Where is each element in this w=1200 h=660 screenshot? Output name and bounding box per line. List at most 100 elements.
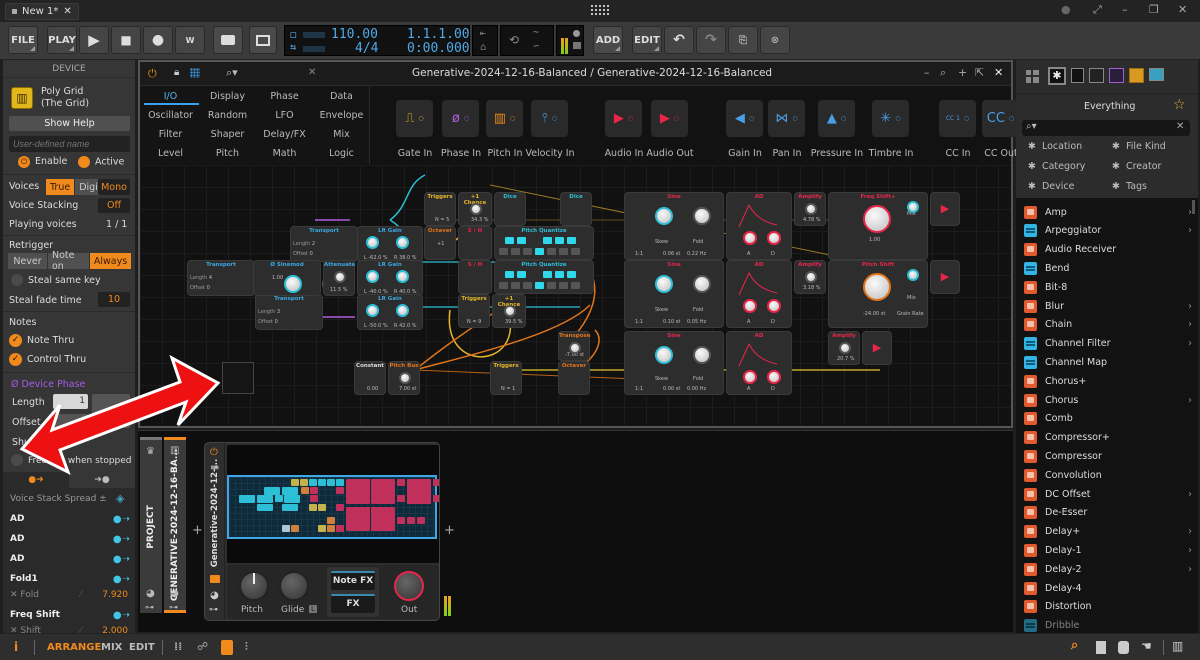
- attack-knob[interactable]: [743, 370, 757, 384]
- scale-key[interactable]: [535, 282, 544, 289]
- patch-canvas[interactable]: Transport Length 2 Offset 0 Transport Length…: [140, 165, 1011, 426]
- category-tab-i-o[interactable]: I/O: [142, 91, 199, 102]
- category-tab-data[interactable]: Data: [313, 91, 370, 102]
- clip-launcher-button[interactable]: [213, 26, 243, 54]
- fold-knob[interactable]: [693, 275, 711, 293]
- node-fold[interactable]: Fold: [693, 239, 703, 245]
- category-tab-math[interactable]: Math: [256, 148, 313, 159]
- voice-stacking-value[interactable]: Off: [98, 198, 130, 213]
- node-value[interactable]: 11.5 %: [330, 287, 347, 293]
- retrigger-note-on-option[interactable]: Note on: [48, 250, 90, 272]
- scale-key-active[interactable]: [505, 237, 514, 244]
- modulation-target-row[interactable]: ✕ Fold ⁄ 7.920: [10, 590, 132, 600]
- time-signature[interactable]: 4/4: [355, 41, 378, 56]
- node-value[interactable]: 0.00: [367, 386, 378, 392]
- fold-knob[interactable]: [693, 207, 711, 225]
- device-panel-toggle-icon[interactable]: [221, 640, 233, 655]
- play-button[interactable]: ▶: [79, 26, 109, 54]
- scale-key[interactable]: [523, 282, 532, 289]
- node-value[interactable]: 34.3 %: [471, 217, 488, 223]
- module-node-ad2[interactable]: AD A D: [726, 260, 792, 328]
- category-tab-oscillator[interactable]: Oscillator: [142, 110, 199, 121]
- filter-location[interactable]: ✱ Location: [1028, 141, 1082, 152]
- modulator-row[interactable]: AD ●➝: [10, 514, 132, 525]
- node-ratio[interactable]: 1:1: [635, 386, 643, 392]
- modulator-row[interactable]: AD ●➝: [10, 534, 132, 545]
- offset-input[interactable]: [53, 414, 88, 429]
- amount-knob[interactable]: [470, 203, 482, 215]
- modulator-source-icon[interactable]: ●➝: [113, 514, 130, 525]
- node-value[interactable]: 1.00: [272, 275, 283, 281]
- chevron-right-icon[interactable]: ›: [1188, 301, 1192, 312]
- scale-key[interactable]: [523, 248, 532, 255]
- node-length[interactable]: Length 3: [258, 309, 280, 315]
- glide-legato-badge[interactable]: L: [309, 605, 317, 613]
- node-d[interactable]: D: [771, 251, 775, 257]
- gain-right-knob[interactable]: [396, 236, 409, 249]
- category-tab-phase[interactable]: Phase: [256, 91, 313, 102]
- amount-knob[interactable]: [504, 305, 516, 317]
- module-node-dice2[interactable]: Dice: [560, 192, 592, 226]
- module-node-triggers2[interactable]: Triggers N = 9: [458, 294, 490, 328]
- copy-button[interactable]: ⎘: [728, 26, 758, 54]
- module-gain-in[interactable]: ◀ ○: [726, 100, 763, 137]
- browser-item[interactable]: Chorus+: [1024, 372, 1192, 390]
- position-beats[interactable]: 1.1.1.00: [407, 27, 470, 42]
- scale-key-active[interactable]: [505, 271, 514, 278]
- node-hz[interactable]: 0.05 Hz: [687, 319, 706, 325]
- scale-key-active[interactable]: [555, 271, 564, 278]
- modulation-icon[interactable]: ☍: [197, 640, 208, 653]
- category-tab-pitch[interactable]: Pitch: [199, 148, 256, 159]
- module-node-ad3[interactable]: AD A D: [726, 331, 792, 395]
- scale-key-active[interactable]: [517, 271, 526, 278]
- module-node-lrgain1[interactable]: LR Gain L -62.0 % R 38.0 %: [357, 226, 423, 262]
- amount-knob[interactable]: [334, 271, 346, 283]
- modulator-source-icon[interactable]: ●➝: [113, 610, 130, 621]
- power-icon[interactable]: ⏻: [210, 447, 218, 458]
- modulator-row[interactable]: AD ●➝: [10, 554, 132, 565]
- decay-knob[interactable]: [767, 231, 781, 245]
- module-node-freqshift[interactable]: Freq Shift+ 1.00 Mix: [828, 192, 928, 260]
- power-icon[interactable]: ⏻: [148, 67, 157, 81]
- file-menu-button[interactable]: FILE: [8, 26, 38, 54]
- arrange-tab[interactable]: ARRANGE: [47, 642, 101, 653]
- chevron-right-icon[interactable]: ›: [1188, 338, 1192, 349]
- node-fold[interactable]: Fold: [693, 307, 703, 313]
- category-tab-display[interactable]: Display: [199, 91, 256, 102]
- filter-tags[interactable]: ✱ Tags: [1112, 181, 1147, 192]
- module-node-sine2[interactable]: Sine Skew Fold 1:1 0.10 st 0.05 Hz: [624, 260, 724, 328]
- track-tab[interactable]: ▥ GENERATIVE-2024-12-16-BA... ◕ ⊶: [164, 437, 186, 613]
- node-skew[interactable]: Skew: [655, 307, 668, 313]
- favorite-star-icon[interactable]: ☆: [1173, 97, 1186, 113]
- browser-item[interactable]: Delay-4: [1024, 579, 1192, 597]
- filter-category[interactable]: ✱ Category: [1028, 161, 1085, 172]
- browser-item[interactable]: Compressor+: [1024, 429, 1192, 447]
- node-offset[interactable]: Offset 0: [190, 285, 210, 291]
- node-length[interactable]: Length 4: [190, 275, 212, 281]
- module-node-triggers1[interactable]: Triggers N = 5: [424, 192, 456, 226]
- node-value[interactable]: +1: [437, 241, 444, 247]
- browser-search-input[interactable]: ⌕▾ ✕: [1022, 120, 1190, 136]
- browser-item[interactable]: Convolution: [1024, 466, 1192, 484]
- browser-item[interactable]: Compressor: [1024, 447, 1192, 465]
- node-r[interactable]: R 42.0 %: [394, 323, 417, 329]
- note-thru-checkbox[interactable]: ✓ Note Thru: [9, 334, 74, 347]
- window-icon[interactable]: [210, 575, 220, 583]
- module-node-lrgain2[interactable]: LR Gain L -40.0 % R 40.0 %: [357, 260, 423, 296]
- skew-knob[interactable]: [655, 346, 673, 364]
- minimize-icon[interactable]: –: [1122, 3, 1128, 16]
- modulation-value[interactable]: 7.920: [102, 590, 128, 600]
- node-fold[interactable]: Fold: [693, 376, 703, 382]
- file-icon[interactable]: [1096, 641, 1106, 654]
- node-offset[interactable]: Offset 0: [258, 319, 278, 325]
- samples-tab-icon[interactable]: [1109, 68, 1124, 83]
- node-mix[interactable]: Mix: [907, 295, 916, 301]
- info-icon[interactable]: i: [14, 640, 18, 654]
- module-node-amplify2[interactable]: Amplify 3.18 %: [794, 260, 826, 294]
- node-l[interactable]: L -50.0 %: [364, 323, 388, 329]
- scale-key[interactable]: [559, 282, 568, 289]
- module-node-chance1[interactable]: +1 Chance34.3 %: [458, 192, 492, 226]
- module-node-sh1[interactable]: S / H: [458, 226, 492, 260]
- node-ratio[interactable]: 1:1: [635, 319, 643, 325]
- scale-key-active[interactable]: [567, 271, 576, 278]
